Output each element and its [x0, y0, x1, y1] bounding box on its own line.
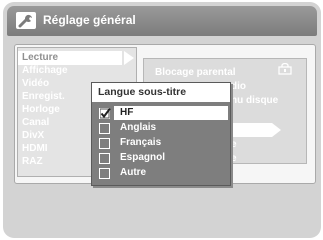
submenu-item-7[interactable]: e	[231, 153, 237, 165]
submenu-item-audio[interactable]: dio	[231, 81, 246, 93]
category-item-enregist[interactable]: Enregist.	[22, 91, 65, 103]
option-label: Français	[120, 137, 162, 148]
chevron-right-icon	[272, 123, 281, 137]
wrench-icon	[16, 12, 36, 29]
subtitle-language-popup: Langue sous-titre HF Anglais Français Es…	[91, 82, 231, 186]
category-item-affichage[interactable]: Affichage	[22, 65, 68, 77]
chevron-right-icon	[124, 51, 134, 65]
option-label: HF	[120, 107, 134, 118]
category-item-divx[interactable]: DivX	[22, 130, 44, 142]
checkbox-unchecked-icon[interactable]	[99, 168, 110, 179]
submenu-item-6[interactable]: e	[231, 139, 237, 151]
title-bar: Réglage général	[7, 6, 317, 36]
language-option-list: HF Anglais Français Espagnol Autre	[92, 102, 230, 185]
category-item-lecture[interactable]: Lecture	[22, 52, 58, 64]
option-francais[interactable]: Français	[92, 136, 230, 150]
option-hf[interactable]: HF	[99, 106, 228, 120]
category-item-horloge[interactable]: Horloge	[22, 104, 60, 116]
checkbox-unchecked-icon[interactable]	[99, 138, 110, 149]
submenu-item-menu-disque[interactable]: nu disque	[231, 95, 278, 107]
option-espagnol[interactable]: Espagnol	[92, 151, 230, 165]
category-item-raz[interactable]: RAZ	[22, 156, 43, 168]
checkbox-checked-icon[interactable]	[99, 108, 111, 119]
option-label: Autre	[120, 167, 147, 178]
checkbox-unchecked-icon[interactable]	[99, 153, 110, 164]
submenu-item-blocage-parental[interactable]: Blocage parental	[155, 67, 236, 79]
page-title: Réglage général	[43, 13, 136, 27]
lock-icon	[278, 62, 292, 80]
option-label: Espagnol	[120, 152, 166, 163]
popup-title: Langue sous-titre	[92, 83, 230, 102]
option-autre[interactable]: Autre	[92, 166, 230, 180]
category-item-hdmi[interactable]: HDMI	[22, 143, 48, 155]
option-anglais[interactable]: Anglais	[92, 121, 230, 135]
submenu-item-sous-titre[interactable]: tre	[231, 125, 244, 137]
category-item-video[interactable]: Vidéo	[22, 78, 49, 90]
category-item-canal[interactable]: Canal	[22, 117, 49, 129]
checkbox-unchecked-icon[interactable]	[99, 123, 110, 134]
option-label: Anglais	[120, 122, 157, 133]
